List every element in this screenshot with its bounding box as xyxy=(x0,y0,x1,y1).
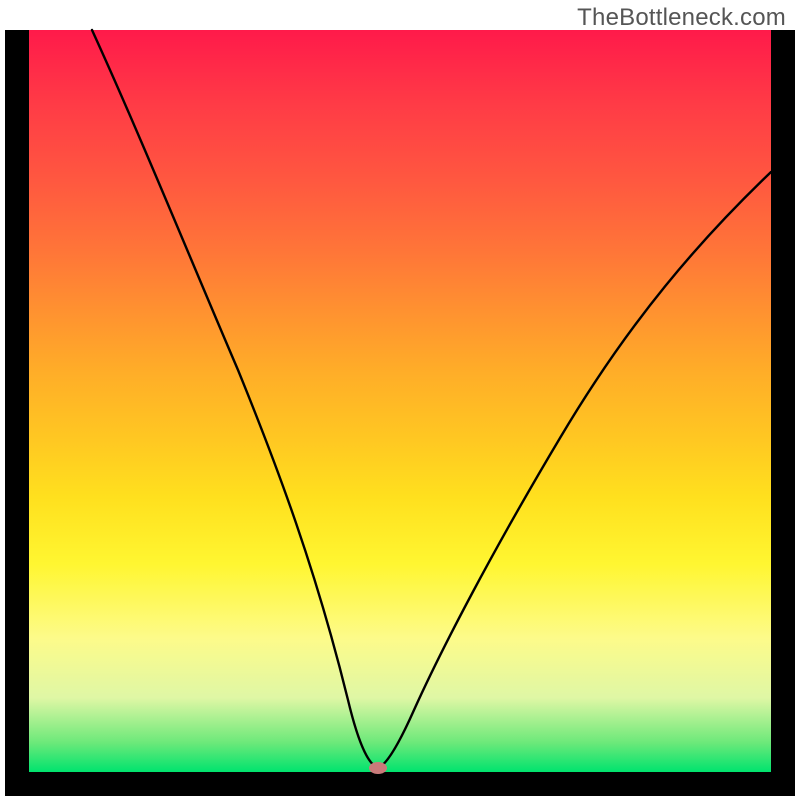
gradient-background xyxy=(29,30,771,772)
watermark-text: TheBottleneck.com xyxy=(577,4,786,32)
chart-stage: TheBottleneck.com xyxy=(0,0,800,800)
